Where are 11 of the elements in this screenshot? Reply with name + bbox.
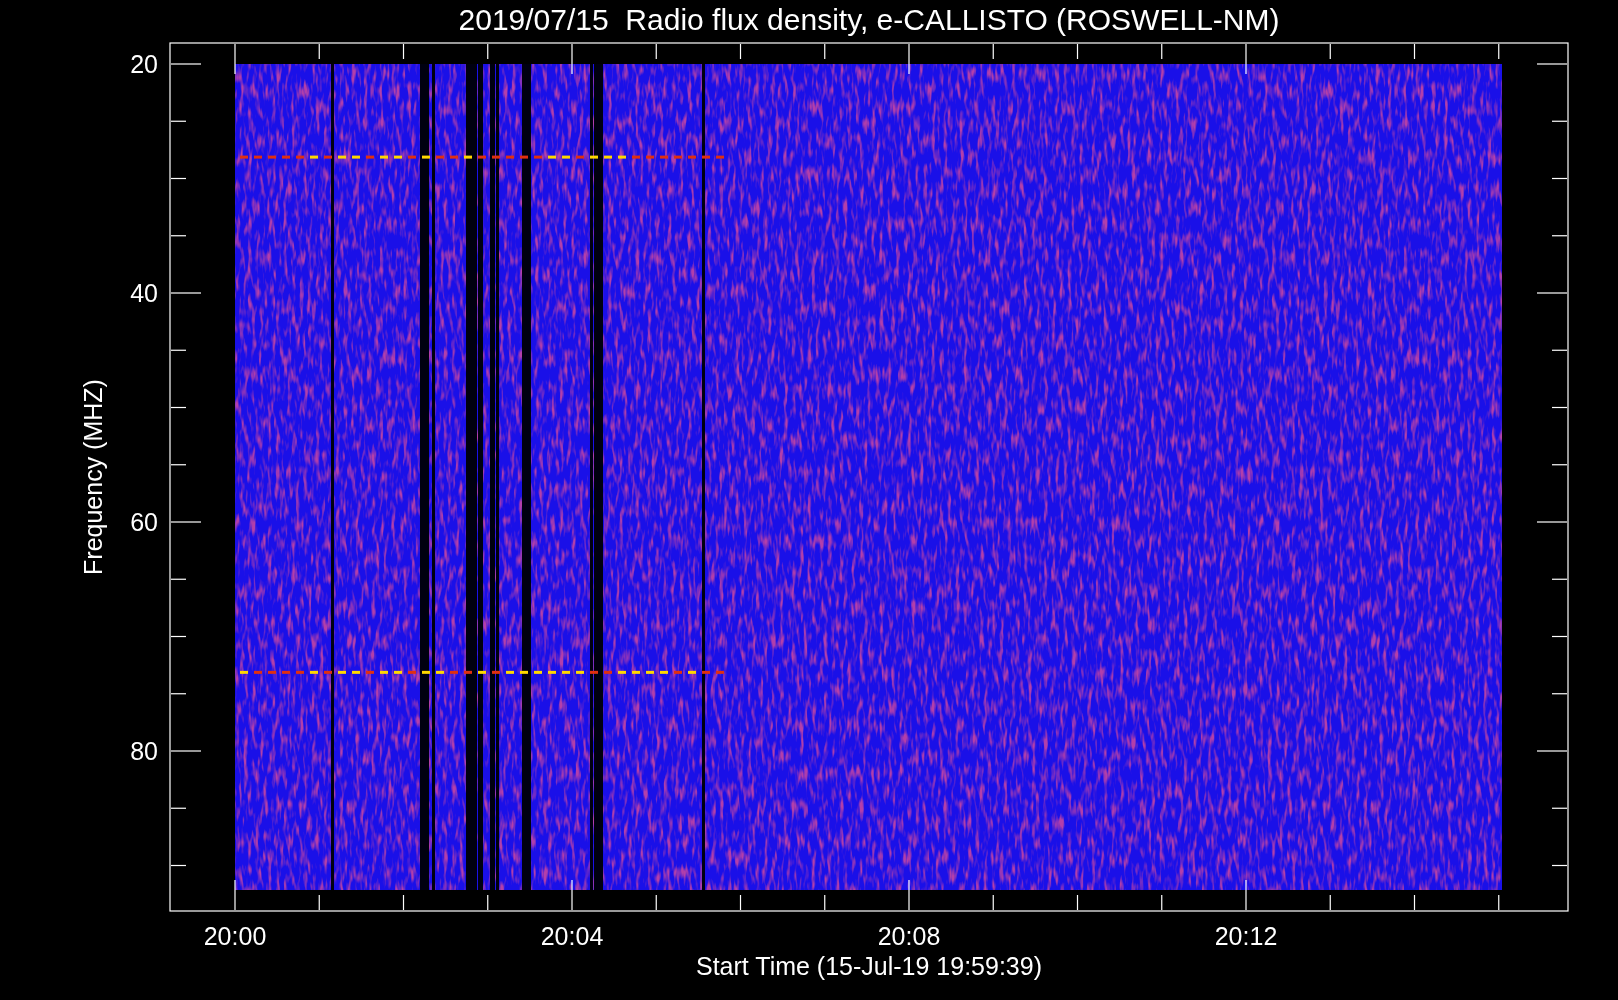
x-tick-label: 20:00 [203, 922, 267, 950]
y-axis-title: Frequency (MHZ) [79, 379, 107, 575]
y-tick-label: 40 [130, 279, 158, 307]
x-tick-label: 20:12 [1214, 922, 1278, 950]
y-tick-label: 20 [130, 50, 158, 78]
y-tick-label: 80 [130, 737, 158, 765]
chart-title: 2019/07/15 Radio flux density, e-CALLISTO (ROSWELL-NM) [458, 3, 1280, 36]
x-tick-label: 20:08 [877, 922, 941, 950]
x-axis-title: Start Time (15-Jul-19 19:59:39) [696, 952, 1042, 980]
x-tick-label: 20:04 [540, 922, 604, 950]
y-tick-label: 60 [130, 508, 158, 536]
